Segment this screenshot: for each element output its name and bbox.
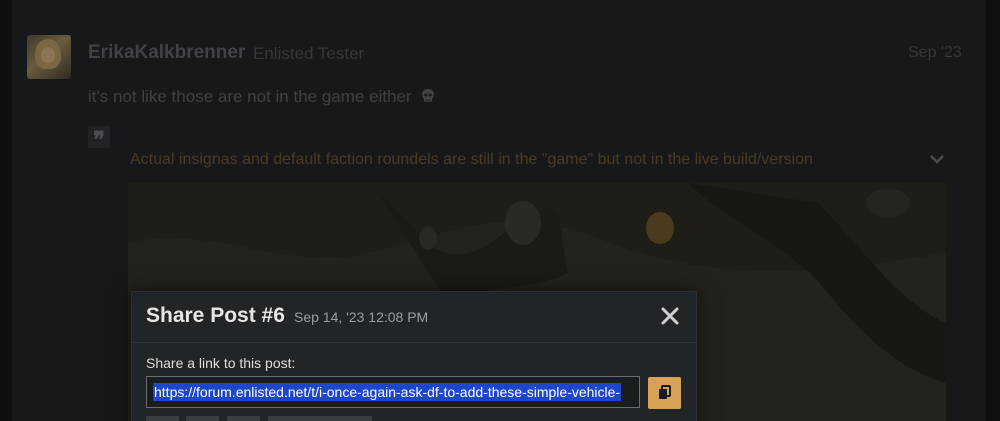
share-target-button[interactable] [268, 416, 372, 421]
copy-icon [659, 385, 671, 399]
close-icon[interactable] [658, 304, 682, 328]
skull-icon [422, 89, 435, 102]
quote-text: Actual insignas and default faction roun… [130, 151, 813, 168]
right-gutter [986, 0, 1000, 421]
avatar-face [41, 47, 55, 63]
page: ErikaKalkbrenner Enlisted Tester Sep '23… [0, 0, 1000, 421]
post-user-title: Enlisted Tester [253, 44, 365, 63]
post-body: it's not like those are not in the game … [88, 87, 436, 107]
modal-date: Sep 14, '23 12:08 PM [294, 309, 429, 325]
share-post-modal: Share Post #6 Sep 14, '23 12:08 PM Share… [131, 291, 697, 421]
modal-title: Share Post #6 [146, 304, 285, 327]
share-target-button[interactable] [186, 416, 219, 421]
share-link-input[interactable]: https://forum.enlisted.net/t/i-once-agai… [146, 376, 640, 408]
share-link-label: Share a link to this post: [146, 355, 296, 371]
share-target-button[interactable] [146, 416, 179, 421]
copy-link-button[interactable] [648, 377, 681, 409]
share-link-text: https://forum.enlisted.net/t/i-once-agai… [153, 383, 622, 401]
modal-header: Share Post #6 Sep 14, '23 12:08 PM [132, 292, 696, 343]
quote-icon: ❞ [88, 126, 110, 153]
chevron-down-icon[interactable] [928, 152, 946, 166]
post-text: it's not like those are not in the game … [88, 87, 412, 106]
avatar[interactable] [27, 35, 71, 79]
share-target-button[interactable] [227, 416, 260, 421]
post-date[interactable]: Sep '23 [908, 44, 962, 62]
left-gutter [0, 0, 12, 421]
post-username[interactable]: ErikaKalkbrenner [88, 42, 245, 64]
